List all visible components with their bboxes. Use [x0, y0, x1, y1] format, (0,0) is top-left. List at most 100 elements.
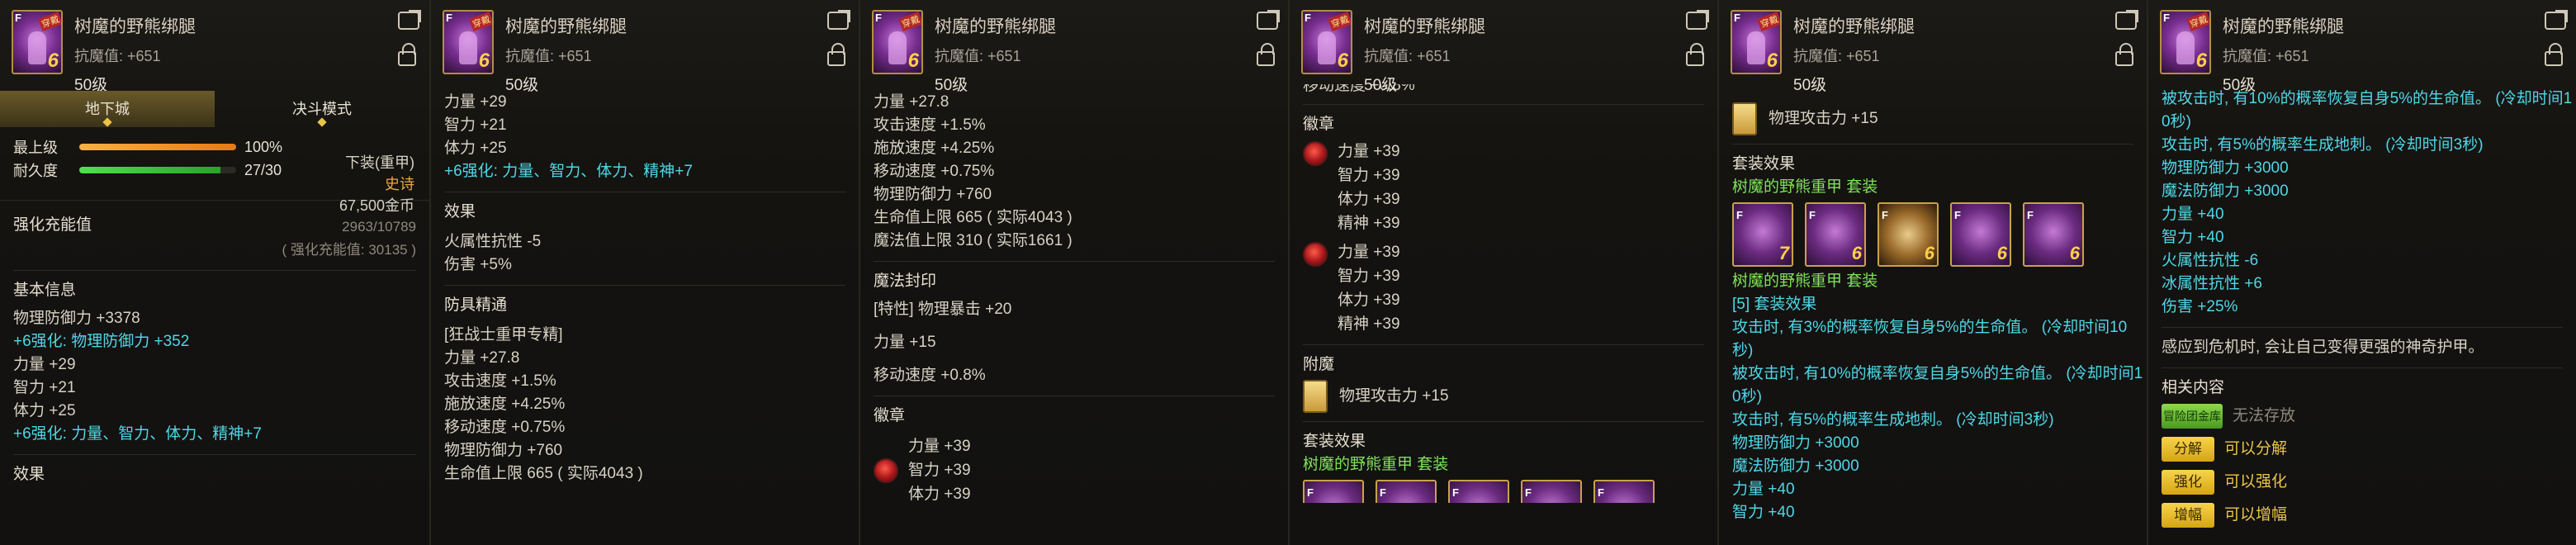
set-item-icon[interactable]: F	[1521, 480, 1582, 503]
enchant-line: 物理攻击力 +15	[1339, 387, 1449, 405]
seal-line: 力量 +15	[874, 334, 936, 351]
lock-icon[interactable]	[2115, 43, 2133, 66]
stat-line: 智力 +39	[1338, 268, 1400, 285]
set-item-icon[interactable]: F6	[1950, 202, 2011, 267]
set-item-icon[interactable]: F6	[1805, 202, 1866, 267]
item-icon: F 穿戴 6	[1731, 10, 1782, 74]
stat-line: 体力 +39	[1338, 191, 1400, 208]
stat-lines: 力量 +29 智力 +21 体力 +25 +6强化: 力量、智力、体力、精神+7	[444, 91, 845, 183]
lock-icon[interactable]	[1686, 43, 1704, 66]
stat-line: 0秒)	[2162, 113, 2191, 130]
related-row: 强化 可以强化	[2162, 466, 2563, 499]
stat-line: 智力 +21	[13, 379, 76, 396]
set-name: 树魔的野熊重甲 套装	[1732, 272, 1878, 290]
stat-line: +6强化: 力量、智力、体力、精神+7	[13, 425, 262, 443]
stat-line: 攻击速度 +1.5%	[874, 116, 986, 134]
set-item-icon[interactable]: F6	[1878, 202, 1939, 267]
set-item-icon[interactable]: F6	[2023, 202, 2084, 267]
enchant-line: 物理攻击力 +15	[1769, 110, 1878, 127]
stat-line: 力量 +40	[2162, 206, 2224, 223]
basic-info-title: 基本信息	[13, 282, 77, 299]
item-header: F 穿戴 6 树魔的野熊绑腿 抗魔值: +651 50级	[1719, 0, 2147, 94]
stat-line: 攻击时, 有5%的概率生成地刺。 (冷却时间3秒)	[1732, 411, 2054, 429]
stat-line: 物理防御力 +3000	[2162, 159, 2289, 177]
item-price: 67,500金币	[339, 197, 414, 214]
item-level: 50级	[505, 77, 539, 94]
stat-line: 生命值上限 665 ( 实际4043 )	[874, 209, 1073, 226]
set-item-icon[interactable]: F	[1593, 480, 1655, 503]
stat-line: 体力 +25	[13, 402, 76, 419]
share-icon[interactable]	[2115, 10, 2138, 30]
durability-value: 27/30	[244, 161, 282, 178]
lock-icon[interactable]	[1257, 43, 1275, 66]
stat-line: 智力 +39	[1338, 167, 1400, 184]
stat-line: 0秒)	[1732, 388, 1762, 405]
related-text: 可以分解	[2224, 440, 2288, 457]
set-item-icon[interactable]: F	[1303, 480, 1364, 503]
stat-line: 精神 +39	[1338, 315, 1400, 333]
item-level: 50级	[2223, 77, 2256, 94]
emblem-icon	[874, 457, 898, 483]
item-tooltip-panel-3: F 穿戴 6 树魔的野熊绑腿 抗魔值: +651 50级 力量 +27.8 攻击速…	[859, 0, 1288, 545]
set-lines: 被攻击时, 有10%的概率恢复自身5%的生命值。 (冷却时间1 0秒) 攻击时, 有…	[2162, 88, 2572, 319]
effect-lines: 火属性抗性 -5 伤害 +5%	[444, 230, 845, 277]
basic-info-lines: 物理防御力 +3378 +6强化: 物理防御力 +352 力量 +29 智力 +21 体…	[13, 307, 416, 446]
set-item-icon[interactable]: F	[1448, 480, 1509, 503]
item-icon: F 穿戴 6	[443, 10, 494, 74]
share-icon[interactable]	[398, 10, 421, 30]
lock-icon[interactable]	[398, 43, 416, 66]
item-name: 树魔的野熊绑腿	[1364, 17, 1485, 36]
share-icon[interactable]	[1686, 10, 1709, 30]
stat-line: 伤害 +25%	[2162, 298, 2238, 315]
related-text: 无法存放	[2233, 407, 2296, 424]
set-name: 树魔的野熊重甲 套装	[1303, 456, 1449, 473]
set-effect-title: 套装效果	[1303, 433, 1366, 450]
stat-line: 攻击时, 有5%的概率生成地刺。 (冷却时间3秒)	[2162, 136, 2484, 154]
tab-duel[interactable]: 决斗模式	[215, 91, 429, 127]
enchant-title: 附魔	[1303, 356, 1335, 373]
related-badge[interactable]: 增幅	[2162, 503, 2214, 528]
related-badge[interactable]: 分解	[2162, 437, 2214, 462]
stat-line: 智力 +40	[1732, 504, 1795, 521]
enchant-card-icon	[1303, 380, 1328, 413]
item-resist: 抗魔值: +651	[74, 48, 161, 64]
item-name: 树魔的野熊绑腿	[935, 17, 1056, 36]
stat-line: 力量 +39	[1338, 143, 1400, 160]
stat-line: 物理防御力 +3378	[13, 310, 140, 327]
tooltip-strip: F 穿戴 6 树魔的野熊绑腿 抗魔值: +651 50级 地下城 决斗模式 最上…	[0, 0, 2576, 545]
effect-title: 效果	[444, 203, 476, 220]
stat-line: 施放速度 +4.25%	[444, 396, 566, 413]
stat-line: 魔法防御力 +3000	[2162, 182, 2289, 200]
related-badge[interactable]: 冒险团金库	[2162, 404, 2223, 429]
item-level: 50级	[935, 77, 968, 94]
lock-icon[interactable]	[827, 43, 845, 66]
item-icon: F 穿戴 6	[872, 10, 923, 74]
item-name: 树魔的野熊绑腿	[2223, 17, 2344, 36]
item-header: F 穿戴 6 树魔的野熊绑腿 抗魔值: +651 50级	[0, 0, 429, 94]
related-badge[interactable]: 强化	[2162, 470, 2214, 495]
stat-line: 物理防御力 +3000	[1732, 434, 1859, 452]
item-icon: F 穿戴 6	[12, 10, 63, 74]
stat-line: 力量 +39	[1338, 244, 1400, 261]
item-header: F 穿戴 6 树魔的野熊绑腿 抗魔值: +651 50级	[431, 0, 859, 94]
stat-line: 攻击时, 有3%的概率恢复自身5%的生命值。 (冷却时间10	[1732, 319, 2128, 336]
stat-line: 智力 +40	[2162, 229, 2224, 246]
stat-line: 体力 +39	[1338, 291, 1400, 309]
tab-dungeon[interactable]: 地下城	[0, 91, 215, 127]
stat-line: [狂战士重甲专精]	[444, 326, 563, 344]
set-count: [5] 套装效果	[1732, 296, 1817, 313]
emblem-icon	[1303, 242, 1328, 267]
share-icon[interactable]	[827, 10, 850, 30]
item-level: 50级	[1793, 77, 1827, 94]
emblem-title: 徽章	[874, 407, 906, 424]
share-icon[interactable]	[1257, 10, 1280, 30]
armor-mastery-lines: [狂战士重甲专精] 力量 +27.8 攻击速度 +1.5% 施放速度 +4.25% 移动…	[444, 324, 845, 486]
set-item-icon[interactable]: F	[1376, 480, 1437, 503]
set-item-icon[interactable]: F7	[1732, 202, 1793, 267]
lock-icon[interactable]	[2545, 43, 2563, 66]
share-icon[interactable]	[2545, 10, 2568, 30]
magic-seal-title: 魔法封印	[874, 272, 937, 290]
durability-bar	[79, 167, 236, 173]
stat-line: 力量 +29	[13, 356, 76, 373]
stat-line: 智力 +39	[908, 462, 971, 479]
